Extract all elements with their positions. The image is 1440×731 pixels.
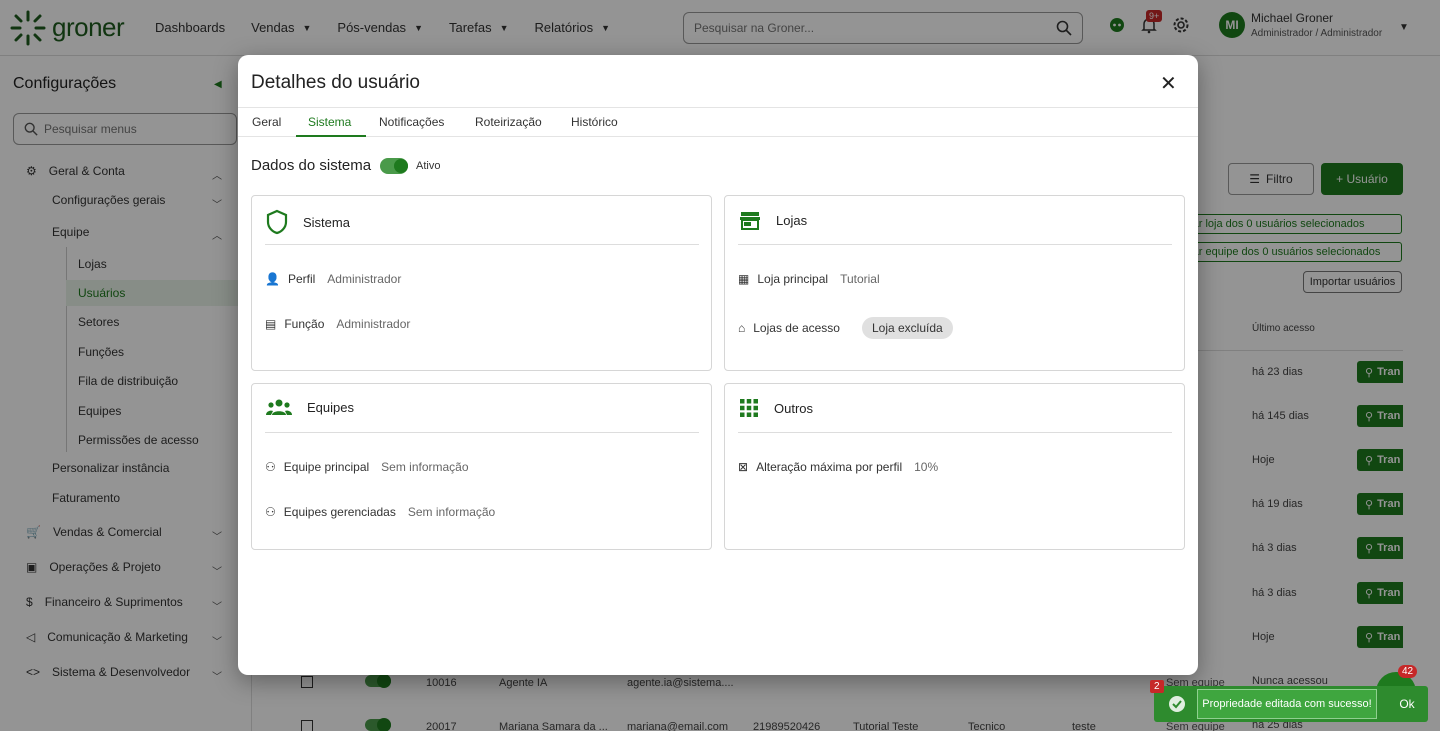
- store-chip: Loja excluída: [861, 317, 953, 339]
- apps-icon: [740, 399, 758, 417]
- card-sistema: Sistema 👤 Perfil Administrador ▤ Função …: [251, 195, 712, 371]
- shield-icon: [266, 209, 288, 235]
- card-equipes: Equipes ⚇ Equipe principal Sem informaçã…: [251, 383, 712, 550]
- status-label: Ativo: [416, 160, 441, 172]
- card-header: Outros: [738, 397, 813, 419]
- card-header: Equipes: [265, 397, 354, 417]
- card-header: Sistema: [265, 209, 350, 235]
- status-toggle[interactable]: [380, 158, 408, 174]
- storefront-icon: ⌂: [738, 321, 746, 335]
- divider: [265, 244, 699, 245]
- section-title: Dados do sistema: [251, 157, 372, 174]
- funcao-row: ▤ Função Administrador: [265, 317, 410, 331]
- tab-roteirizacao[interactable]: Roteirização: [475, 115, 542, 129]
- equipe-principal-value: Sem informação: [381, 460, 469, 474]
- toast-count: 2: [1150, 680, 1164, 693]
- equipes-gerenciadas-value: Sem informação: [407, 505, 496, 519]
- groups-icon: [266, 399, 292, 415]
- funcao-value: Administrador: [336, 317, 411, 331]
- toast-ok-button[interactable]: Ok: [1386, 686, 1428, 722]
- divider: [265, 432, 699, 433]
- perfil-label: Perfil: [287, 272, 316, 286]
- user-details-modal: Detalhes do usuário ✕ Geral Sistema Noti…: [238, 55, 1198, 675]
- check-circle-icon: [1169, 696, 1185, 712]
- toggle-knob: [394, 159, 408, 173]
- loja-principal-label: Loja principal: [757, 272, 829, 286]
- people-icon: ⚇: [265, 505, 276, 519]
- chat-badge: 42: [1398, 665, 1418, 678]
- loja-principal-value: Tutorial: [840, 272, 880, 286]
- building-icon: ▦: [738, 272, 750, 286]
- card-outros: Outros ⊠ Alteração máxima por perfil 10%: [724, 383, 1185, 550]
- tab-historico[interactable]: Histórico: [571, 115, 618, 129]
- card-title: Lojas: [776, 212, 808, 228]
- equipes-gerenciadas-row: ⚇ Equipes gerenciadas Sem informação: [265, 505, 495, 519]
- modal-title: Detalhes do usuário: [251, 72, 420, 93]
- perfil-value: Administrador: [327, 272, 402, 286]
- card-title: Outros: [774, 400, 814, 416]
- alteracao-label: Alteração máxima por perfil: [756, 460, 903, 474]
- tab-notificacoes[interactable]: Notificações: [379, 115, 444, 129]
- card-title: Equipes: [307, 399, 354, 415]
- perfil-row: 👤 Perfil Administrador: [265, 272, 401, 286]
- user-gear-icon: 👤: [265, 272, 280, 286]
- divider: [738, 244, 1172, 245]
- divider: [738, 432, 1172, 433]
- alteracao-value: 10%: [914, 460, 939, 474]
- funcao-label: Função: [284, 317, 325, 331]
- close-icon[interactable]: ✕: [1160, 71, 1177, 96]
- equipe-principal-row: ⚇ Equipe principal Sem informação: [265, 460, 469, 474]
- store-icon: [740, 212, 760, 230]
- alteracao-row: ⊠ Alteração máxima por perfil 10%: [738, 460, 938, 474]
- lojas-acesso-row: ⌂ Lojas de acesso Loja excluída: [738, 317, 953, 339]
- card-header: Lojas: [738, 209, 807, 231]
- groups-icon: ⚇: [265, 460, 276, 474]
- toast-message: Propriedade editada com sucesso!: [1197, 689, 1377, 719]
- tab-geral[interactable]: Geral: [252, 115, 281, 129]
- badge-icon: ▤: [265, 317, 277, 331]
- active-tab-indicator: [296, 135, 366, 137]
- card-title: Sistema: [303, 214, 350, 230]
- percent-icon: ⊠: [738, 460, 749, 474]
- equipes-gerenciadas-label: Equipes gerenciadas: [283, 505, 396, 519]
- tab-sistema[interactable]: Sistema: [308, 115, 351, 129]
- success-toast: 2 Propriedade editada com sucesso! Ok: [1150, 680, 1428, 722]
- card-lojas: Lojas ▦ Loja principal Tutorial ⌂ Lojas …: [724, 195, 1185, 371]
- loja-principal-row: ▦ Loja principal Tutorial: [738, 272, 880, 286]
- modal-tabs: Geral Sistema Notificações Roteirização …: [238, 107, 1198, 137]
- equipe-principal-label: Equipe principal: [283, 460, 370, 474]
- lojas-acesso-label: Lojas de acesso: [753, 321, 840, 335]
